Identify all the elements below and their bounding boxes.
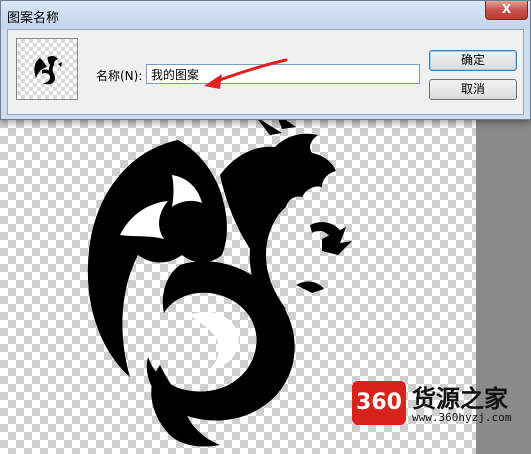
cancel-button[interactable]: 取消 [429,79,517,100]
close-button[interactable]: X [485,1,528,20]
pattern-preview [16,38,78,100]
ok-button[interactable]: 确定 [429,50,517,71]
tribal-dragon-artwork [87,115,352,447]
watermark-badge: 360 [352,381,406,425]
watermark-url: www.360hyzj.com [412,411,512,424]
dialog-title: 图案名称 [7,11,60,26]
red-arrow-icon [204,58,288,89]
dialog-titlebar: 图案名称 X [1,1,530,29]
name-label: 名称(N): [96,69,143,83]
dragon-thumbnail-icon [34,55,62,85]
watermark-logo: 360 货源之家 www.360hyzj.com [352,379,524,429]
watermark-name: 货源之家 [412,385,508,413]
